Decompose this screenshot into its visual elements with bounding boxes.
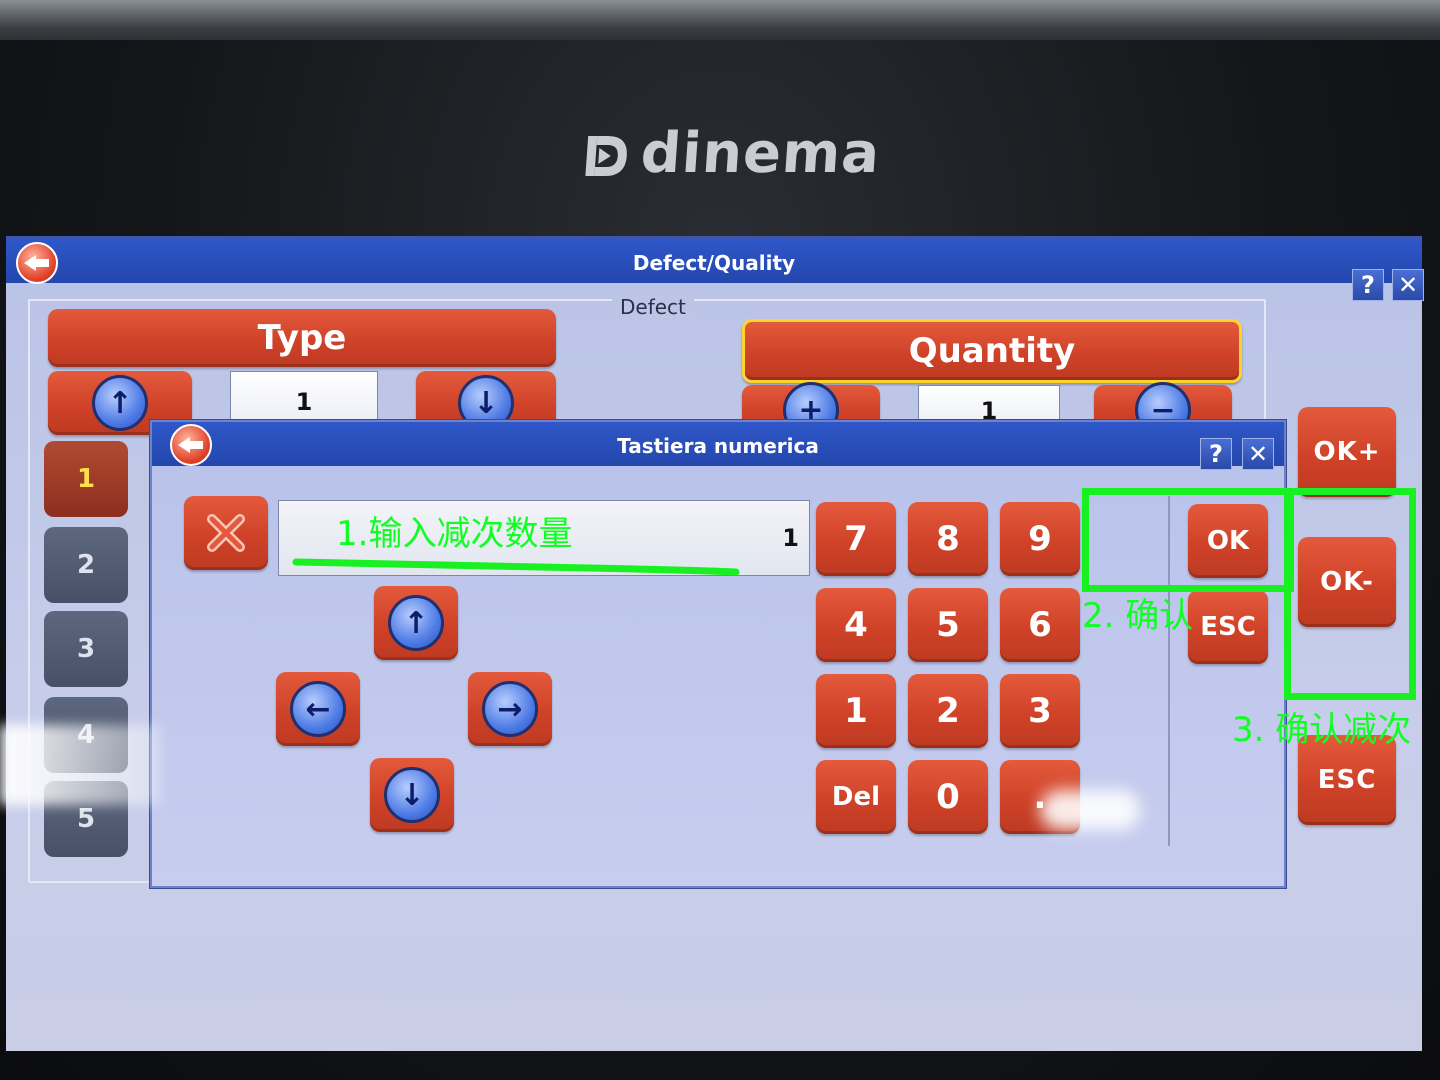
close-button[interactable]: ✕ <box>1392 269 1424 301</box>
keypad-help-button[interactable]: ? <box>1200 438 1232 470</box>
arrow-left-icon: ← <box>290 681 346 737</box>
keypad-close-button[interactable]: ✕ <box>1242 438 1274 470</box>
key-2[interactable]: 2 <box>908 674 988 748</box>
screen-glare <box>1040 790 1140 830</box>
type-tab-2[interactable]: 2 <box>44 527 128 603</box>
keypad-esc-button[interactable]: ESC <box>1188 590 1268 664</box>
type-header: Type <box>48 309 556 367</box>
key-8[interactable]: 8 <box>908 502 988 576</box>
cursor-up-button[interactable]: ↑ <box>374 586 458 660</box>
logo-mark <box>583 129 632 177</box>
annotation-box-ok <box>1082 488 1294 592</box>
screen-glare <box>0 725 160 805</box>
type-tab-3[interactable]: 3 <box>44 611 128 687</box>
arrow-up-icon: ↑ <box>92 375 148 431</box>
cursor-right-button[interactable]: → <box>468 672 552 746</box>
keypad-title: Tastiera numerica <box>617 434 819 458</box>
annotation-box-ok-minus <box>1284 488 1416 700</box>
clear-x-icon <box>207 514 245 552</box>
quantity-label: Quantity <box>908 331 1076 371</box>
key-7[interactable]: 7 <box>816 502 896 576</box>
key-1[interactable]: 1 <box>816 674 896 748</box>
clear-button[interactable] <box>184 496 268 570</box>
type-label: Type <box>257 318 347 358</box>
quantity-header: Quantity <box>742 319 1242 383</box>
back-arrow-icon[interactable] <box>170 424 212 466</box>
arrow-up-icon: ↑ <box>388 595 444 651</box>
key-0[interactable]: 0 <box>908 760 988 834</box>
key-9[interactable]: 9 <box>1000 502 1080 576</box>
arrow-right-icon: → <box>482 681 538 737</box>
brand-logo: dinema <box>583 118 883 188</box>
keypad-titlebar: Tastiera numerica ? ✕ <box>152 422 1284 470</box>
group-legend: Defect <box>612 295 694 319</box>
annotation-step3: 3. 确认减次 <box>1232 710 1412 750</box>
type-tab-1[interactable]: 1 <box>44 441 128 517</box>
annotation-step2: 2. 确认 <box>1082 596 1194 636</box>
back-arrow-icon[interactable] <box>16 242 58 284</box>
help-button[interactable]: ? <box>1352 269 1384 301</box>
ok-plus-button[interactable]: OK+ <box>1298 407 1396 497</box>
annotation-step1: 1.输入减次数量 <box>336 514 573 554</box>
key-del[interactable]: Del <box>816 760 896 834</box>
arrow-down-icon: ↓ <box>384 767 440 823</box>
key-4[interactable]: 4 <box>816 588 896 662</box>
logo-text: dinema <box>638 120 883 186</box>
cursor-left-button[interactable]: ← <box>276 672 360 746</box>
keypad-display-value: 1 <box>782 524 799 552</box>
key-6[interactable]: 6 <box>1000 588 1080 662</box>
cursor-down-button[interactable]: ↓ <box>370 758 454 832</box>
key-5[interactable]: 5 <box>908 588 988 662</box>
main-titlebar: Defect/Quality ? ✕ <box>6 239 1424 301</box>
window-title: Defect/Quality <box>632 251 796 275</box>
annotation-underline <box>292 558 740 576</box>
key-3[interactable]: 3 <box>1000 674 1080 748</box>
